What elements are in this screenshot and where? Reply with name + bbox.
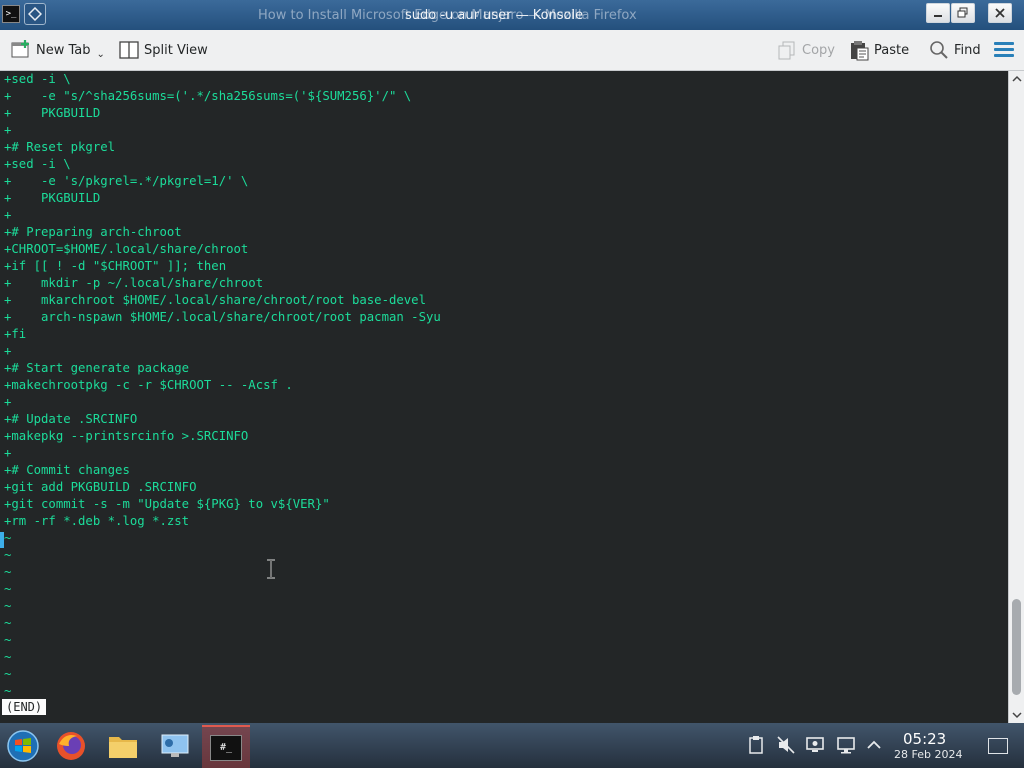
new-tab-icon xyxy=(10,39,32,61)
terminal-scrollbar[interactable] xyxy=(1008,71,1024,723)
copy-icon xyxy=(776,39,798,61)
close-button[interactable] xyxy=(988,3,1012,23)
terminal-line: + mkarchroot $HOME/.local/share/chroot/r… xyxy=(4,293,426,307)
konsole-toolbar: New Tab ⌄ Split View Copy Paste Find xyxy=(0,30,1024,71)
terminal-line: +makepkg --printsrcinfo >.SRCINFO xyxy=(4,429,249,443)
split-view-label: Split View xyxy=(144,42,208,58)
terminal-line: +CHROOT=$HOME/.local/share/chroot xyxy=(4,242,249,256)
volume-muted-icon[interactable] xyxy=(776,735,796,755)
terminal-line: + xyxy=(4,446,12,460)
windows-logo-icon xyxy=(7,729,39,762)
terminal-line: + xyxy=(4,395,12,409)
network-icon[interactable] xyxy=(836,735,856,755)
pin-icon[interactable] xyxy=(24,3,46,25)
scroll-down-icon[interactable] xyxy=(1012,710,1022,720)
terminal-line: +makechrootpkg -c -r $CHROOT -- -Acsf . xyxy=(4,378,293,392)
empty-line-markers: ~ ~ ~ ~ ~ ~ ~ ~ ~ ~ xyxy=(4,531,12,698)
show-desktop-button[interactable] xyxy=(988,738,1008,754)
terminal-line: +fi xyxy=(4,327,27,341)
split-view-button[interactable]: Split View xyxy=(118,30,208,70)
settings-monitor-icon xyxy=(161,734,189,757)
scrollbar-thumb[interactable] xyxy=(1012,599,1021,695)
find-button[interactable]: Find xyxy=(928,30,981,70)
clock-date[interactable]: 28 Feb 2024 xyxy=(894,748,962,761)
taskbar-system-settings[interactable] xyxy=(152,725,198,766)
terminal-line: +rm -rf *.deb *.log *.zst xyxy=(4,514,190,528)
copy-button[interactable]: Copy xyxy=(776,30,835,70)
terminal-line: +# Update .SRCINFO xyxy=(4,412,138,426)
terminal-line: + mkdir -p ~/.local/share/chroot xyxy=(4,276,264,290)
paste-icon xyxy=(848,39,870,61)
terminal-line: + PKGBUILD xyxy=(4,191,101,205)
minimize-button[interactable] xyxy=(926,3,950,23)
terminal-line: +if [[ ! -d "$CHROOT" ]]; then xyxy=(4,259,227,273)
taskbar-firefox[interactable] xyxy=(48,725,94,766)
terminal-line: +# Preparing arch-chroot xyxy=(4,225,182,239)
chevron-up-icon[interactable] xyxy=(864,735,884,755)
window-title: sudo -u aur user — Konsole xyxy=(405,8,584,23)
terminal-line: +git commit -s -m "Update ${PKG} to v${V… xyxy=(4,497,330,511)
copy-label: Copy xyxy=(802,42,835,58)
folder-icon xyxy=(109,736,137,758)
split-view-icon xyxy=(118,39,140,61)
terminal-line: +sed -i \ xyxy=(4,72,71,86)
search-icon xyxy=(928,39,950,61)
firefox-icon xyxy=(57,731,85,760)
find-label: Find xyxy=(954,42,981,58)
paste-button[interactable]: Paste xyxy=(848,30,909,70)
start-menu-button[interactable] xyxy=(0,725,46,766)
terminal-line: +# Reset pkgrel xyxy=(4,140,116,154)
terminal-line: + arch-nspawn $HOME/.local/share/chroot/… xyxy=(4,310,441,324)
terminal-line: + xyxy=(4,123,12,137)
window-titlebar[interactable]: >_ How to Install Microsoft Edge on Manj… xyxy=(0,0,1024,30)
terminal-line: + xyxy=(4,344,12,358)
paste-label: Paste xyxy=(874,42,910,58)
text-cursor xyxy=(0,532,4,548)
ibeam-cursor-icon xyxy=(267,559,275,579)
terminal-output[interactable]: +sed -i \ + -e "s/^sha256sums=('.*/sha25… xyxy=(0,71,1008,723)
maximize-button[interactable] xyxy=(951,3,975,23)
terminal-line: + xyxy=(4,208,12,222)
taskbar-konsole[interactable]: #_ xyxy=(202,725,250,768)
scroll-up-icon[interactable] xyxy=(1012,74,1022,84)
taskbar-file-manager[interactable] xyxy=(100,725,146,766)
konsole-app-icon[interactable]: >_ xyxy=(2,5,20,23)
terminal-line: + -e 's/pkgrel=.*/pkgrel=1/' \ xyxy=(4,174,249,188)
terminal-line: +# Commit changes xyxy=(4,463,130,477)
terminal-line: + -e "s/^sha256sums=('.*/sha256sums=('${… xyxy=(4,89,412,103)
chevron-down-icon[interactable]: ⌄ xyxy=(97,49,105,60)
terminal-text: +sed -i \ + -e "s/^sha256sums=('.*/sha25… xyxy=(4,71,441,530)
new-tab-label: New Tab xyxy=(36,42,91,58)
terminal-line: +sed -i \ xyxy=(4,157,71,171)
display-icon[interactable] xyxy=(805,735,825,755)
terminal-line: +git add PKGBUILD .SRCINFO xyxy=(4,480,197,494)
pager-status: (END) xyxy=(2,699,47,715)
clock-time[interactable]: 05:23 xyxy=(903,730,946,748)
new-tab-button[interactable]: New Tab ⌄ xyxy=(10,30,105,70)
terminal-line: + PKGBUILD xyxy=(4,106,101,120)
hamburger-menu-icon[interactable] xyxy=(994,42,1014,58)
clipboard-icon[interactable] xyxy=(746,735,766,755)
konsole-icon: #_ xyxy=(210,734,242,761)
terminal-line: +# Start generate package xyxy=(4,361,190,375)
taskbar: #_ 05:23 28 Feb 2024 xyxy=(0,723,1024,768)
